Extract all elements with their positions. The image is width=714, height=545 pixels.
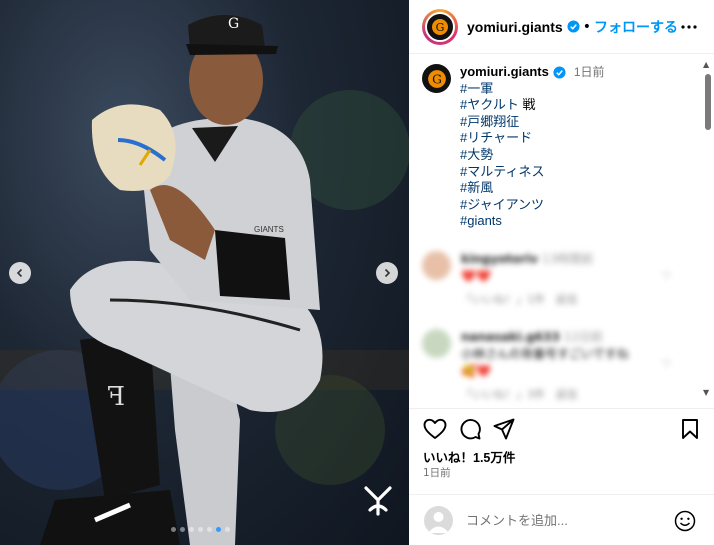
post-side-panel: G yomiuri.giants • フォローする G yomiuri.gian… bbox=[409, 0, 714, 545]
comment-input[interactable] bbox=[466, 513, 666, 528]
slide-indicator bbox=[171, 527, 230, 532]
slide-dot[interactable] bbox=[189, 527, 194, 532]
previous-slide-button[interactable] bbox=[9, 262, 31, 284]
profile-avatar[interactable]: G bbox=[422, 8, 458, 45]
scroll-up-arrow-icon[interactable]: ▲ bbox=[703, 60, 709, 69]
caption-avatar[interactable]: G bbox=[422, 64, 451, 93]
comment-reply[interactable]: 返信 bbox=[556, 388, 578, 401]
hashtag-link[interactable]: #giants bbox=[460, 213, 605, 230]
post-photo[interactable]: ꟻ U GIANTS G bbox=[0, 0, 409, 545]
hashtag-suffix: 戦 bbox=[518, 97, 536, 113]
save-button[interactable] bbox=[680, 418, 700, 444]
hashtag-link[interactable]: #大勢 bbox=[460, 147, 605, 164]
add-comment-bar bbox=[409, 494, 714, 545]
comment-time: 12日前 bbox=[563, 330, 603, 344]
next-slide-button[interactable] bbox=[376, 262, 398, 284]
svg-text:GIANTS: GIANTS bbox=[254, 225, 284, 234]
comment-username[interactable]: nanasaki.g633 bbox=[461, 330, 560, 344]
comment-text: 小林さんの背番号すごいですね bbox=[461, 347, 629, 361]
hashtag-link[interactable]: #マルティネス bbox=[460, 164, 605, 181]
share-icon bbox=[493, 418, 515, 440]
like-button[interactable] bbox=[423, 418, 447, 444]
svg-text:G: G bbox=[436, 21, 445, 34]
comment-like-icon[interactable]: ♡ bbox=[661, 357, 672, 371]
more-horizontal-icon[interactable] bbox=[680, 18, 698, 36]
verified-badge-icon bbox=[553, 66, 566, 79]
comment-time: 13時間前 bbox=[541, 252, 594, 266]
scroll-down-arrow-icon[interactable]: ▼ bbox=[703, 388, 709, 397]
comment-username[interactable]: kingyotoriv bbox=[461, 252, 538, 266]
post-comments-area[interactable]: G yomiuri.giants 1日前 #一軍 #ヤクルト 戦 #戸郷翔征 #… bbox=[409, 55, 714, 408]
follow-button[interactable]: フォローする bbox=[594, 17, 678, 37]
comment-reply[interactable]: 返信 bbox=[556, 293, 578, 306]
like-count[interactable]: いいね！1.5万件 bbox=[423, 447, 515, 466]
comment-text-2: 🥰❤️ bbox=[461, 364, 491, 378]
verified-badge-icon bbox=[567, 20, 580, 33]
hashtag-link[interactable]: #ヤクルト bbox=[460, 97, 519, 112]
default-avatar-icon bbox=[428, 512, 449, 533]
share-button[interactable] bbox=[493, 418, 515, 444]
slide-dot[interactable] bbox=[225, 527, 230, 532]
comment-button[interactable] bbox=[459, 418, 481, 444]
post-timestamp: 1日前 bbox=[423, 467, 451, 479]
svg-text:ꟻ: ꟻ bbox=[107, 382, 125, 412]
comment-item: nanasaki.g633 12日前 小林さんの背番号すごいですね 🥰❤️ 「い… bbox=[422, 329, 629, 403]
comment-icon bbox=[460, 419, 481, 440]
comment-text: ❤️❤️ bbox=[461, 269, 491, 283]
emoji-icon[interactable] bbox=[674, 510, 696, 532]
hashtag-link[interactable]: #一軍 bbox=[460, 81, 605, 98]
slide-dot[interactable] bbox=[207, 527, 212, 532]
caption-username[interactable]: yomiuri.giants bbox=[460, 64, 549, 81]
giants-logo-icon: G bbox=[427, 69, 446, 88]
comment-likes[interactable]: 「いいね！」1件 bbox=[461, 293, 545, 306]
hashtag-link[interactable]: #新風 bbox=[460, 180, 605, 197]
separator-dot: • bbox=[582, 18, 591, 35]
slide-dot-active[interactable] bbox=[216, 527, 221, 532]
hashtag-link[interactable]: #ジャイアンツ bbox=[460, 197, 605, 214]
chevron-right-icon bbox=[384, 268, 391, 278]
comment-like-icon[interactable]: ♡ bbox=[661, 269, 672, 283]
current-user-avatar bbox=[424, 506, 453, 535]
slide-dot[interactable] bbox=[198, 527, 203, 532]
post-caption: G yomiuri.giants 1日前 #一軍 #ヤクルト 戦 #戸郷翔征 #… bbox=[422, 64, 605, 230]
baseball-pitcher-photo: ꟻ U GIANTS G bbox=[0, 15, 409, 545]
comment-item: kingyotoriv 13時間前 ❤️❤️ 「いいね！」1件 返信 bbox=[422, 251, 593, 308]
post-header: G yomiuri.giants • フォローする bbox=[409, 0, 714, 54]
post-actions: いいね！1.5万件 1日前 bbox=[409, 408, 714, 545]
slide-dot[interactable] bbox=[171, 527, 176, 532]
chevron-left-icon bbox=[16, 268, 23, 278]
comment-avatar[interactable] bbox=[422, 329, 451, 358]
svg-text:G: G bbox=[432, 72, 442, 86]
comment-avatar[interactable] bbox=[422, 251, 451, 280]
slide-dot[interactable] bbox=[180, 527, 185, 532]
caption-time: 1日前 bbox=[573, 65, 605, 79]
bookmark-icon bbox=[682, 419, 698, 439]
hashtag-link[interactable]: #リチャード bbox=[460, 130, 605, 147]
hashtag-list: #一軍 #ヤクルト 戦 #戸郷翔征 #リチャード #大勢 #マルティネス #新風… bbox=[460, 81, 605, 230]
heart-icon bbox=[423, 418, 447, 439]
giants-logo-icon: G bbox=[432, 18, 448, 35]
comment-likes[interactable]: 「いいね！」3件 bbox=[461, 388, 545, 401]
svg-text:G: G bbox=[228, 16, 239, 32]
header-username[interactable]: yomiuri.giants bbox=[467, 19, 563, 35]
giants-yg-logo-icon bbox=[364, 486, 392, 516]
scrollbar-thumb[interactable] bbox=[705, 74, 711, 130]
hashtag-link[interactable]: #戸郷翔征 bbox=[460, 114, 605, 131]
hashtag-line: #ヤクルト 戦 bbox=[460, 97, 605, 114]
